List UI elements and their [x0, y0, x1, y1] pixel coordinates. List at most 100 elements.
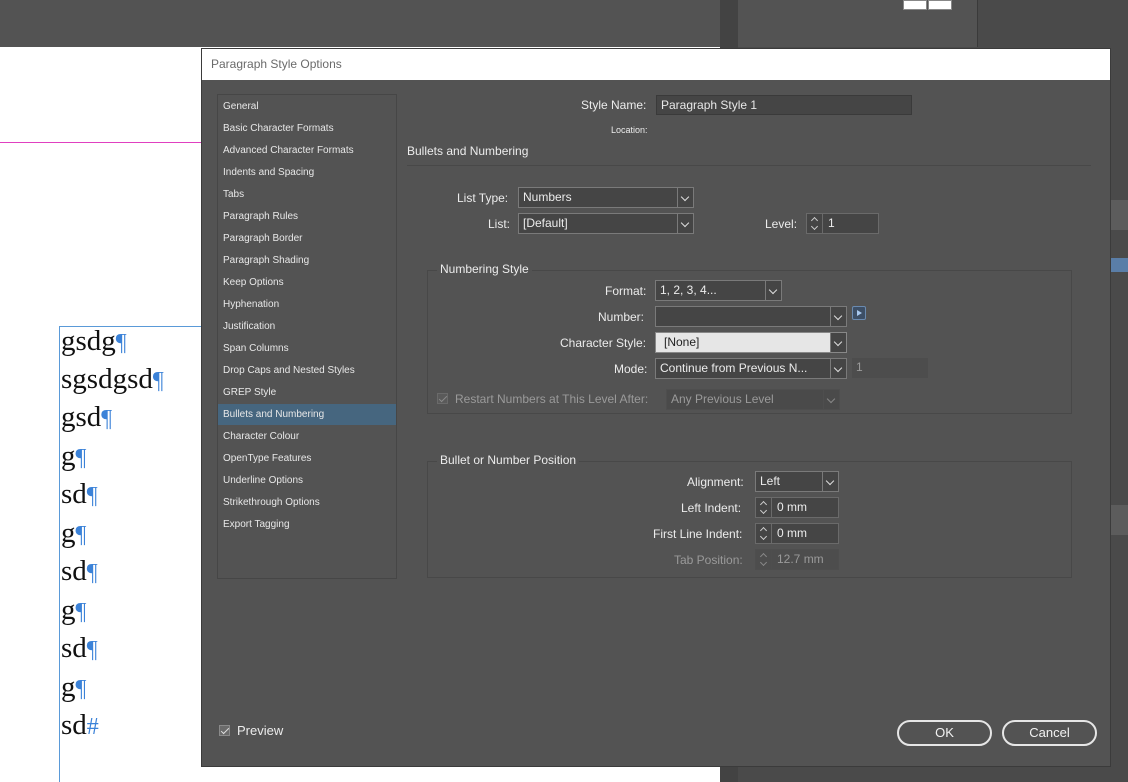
left-indent-value: 0 mm	[777, 500, 807, 514]
category-indents-and-spacing[interactable]: Indents and Spacing	[218, 162, 396, 183]
panel-tab-1[interactable]	[1110, 200, 1128, 230]
character-style-value: [None]	[664, 335, 700, 349]
bullet-position-title: Bullet or Number Position	[437, 453, 580, 467]
tab-position-value: 12.7 mm	[777, 552, 824, 566]
list-dropdown[interactable]: [Default]	[518, 213, 694, 234]
chevron-down-icon	[830, 359, 846, 378]
mode-label: Mode:	[614, 362, 648, 376]
app-toolbar-area	[0, 0, 720, 47]
paragraph-style-options-dialog: Paragraph Style Options General Basic Ch…	[201, 48, 1111, 767]
category-paragraph-rules[interactable]: Paragraph Rules	[218, 206, 396, 227]
doc-text-line: sgsdgsd¶	[61, 363, 164, 395]
category-basic-character-formats[interactable]: Basic Character Formats	[218, 118, 396, 139]
format-label: Format:	[605, 284, 647, 298]
first-line-indent-value: 0 mm	[777, 526, 807, 540]
category-export-tagging[interactable]: Export Tagging	[218, 514, 396, 535]
dialog-title[interactable]: Paragraph Style Options	[202, 49, 1110, 80]
bullet-position-group	[427, 461, 1072, 578]
chevron-down-icon	[830, 307, 846, 326]
panel-tab-2[interactable]	[1110, 258, 1128, 272]
mode-value: Continue from Previous N...	[660, 361, 808, 375]
cancel-button[interactable]: Cancel	[1002, 720, 1097, 746]
doc-text-line: sd¶	[61, 555, 98, 587]
tab-position-label: Tab Position:	[674, 553, 743, 567]
doc-text-line: g¶	[61, 671, 87, 703]
section-divider	[407, 165, 1091, 166]
tab-position-stepper[interactable]: 12.7 mm	[755, 549, 839, 570]
stepper-arrows-icon[interactable]	[756, 550, 772, 569]
number-input[interactable]	[655, 306, 847, 327]
doc-text-line: gsd¶	[61, 401, 113, 433]
left-indent-label: Left Indent:	[681, 501, 742, 515]
restart-level-value: Any Previous Level	[671, 392, 774, 406]
character-style-dropdown[interactable]: [None]	[655, 332, 847, 353]
doc-text-line: sd#	[61, 709, 99, 741]
numbering-style-title: Numbering Style	[437, 262, 532, 276]
category-grep-style[interactable]: GREP Style	[218, 382, 396, 403]
restart-numbers-checkbox[interactable]	[437, 393, 448, 404]
mode-start-at-field[interactable]: 1	[852, 358, 928, 378]
restart-numbers-label: Restart Numbers at This Level After:	[455, 392, 649, 406]
category-bullets-and-numbering[interactable]: Bullets and Numbering	[218, 404, 396, 425]
ok-button[interactable]: OK	[897, 720, 992, 746]
stepper-arrows-icon[interactable]	[756, 498, 772, 517]
category-justification[interactable]: Justification	[218, 316, 396, 337]
alignment-dropdown[interactable]: Left	[755, 471, 839, 492]
level-value: 1	[828, 216, 835, 230]
margin-guide	[0, 142, 205, 143]
alignment-value: Left	[760, 474, 781, 488]
doc-text-line: gsdg¶	[61, 325, 127, 357]
panel-swatch-2	[928, 0, 952, 10]
category-paragraph-shading[interactable]: Paragraph Shading	[218, 250, 396, 271]
category-hyphenation[interactable]: Hyphenation	[218, 294, 396, 315]
category-advanced-character-formats[interactable]: Advanced Character Formats	[218, 140, 396, 161]
chevron-down-icon	[830, 333, 846, 352]
doc-text-line: sd¶	[61, 632, 98, 664]
restart-level-dropdown[interactable]: Any Previous Level	[666, 389, 840, 410]
format-value: 1, 2, 3, 4...	[660, 283, 717, 297]
chevron-down-icon	[677, 188, 693, 207]
doc-text-line: g¶	[61, 517, 87, 549]
level-label: Level:	[765, 217, 798, 231]
list-label: List:	[488, 217, 511, 231]
category-underline-options[interactable]: Underline Options	[218, 470, 396, 491]
section-title: Bullets and Numbering	[407, 144, 529, 158]
stepper-arrows-icon[interactable]	[756, 524, 772, 543]
level-stepper[interactable]: 1	[806, 213, 879, 234]
category-span-columns[interactable]: Span Columns	[218, 338, 396, 359]
category-keep-options[interactable]: Keep Options	[218, 272, 396, 293]
category-character-colour[interactable]: Character Colour	[218, 426, 396, 447]
panel-swatch-1	[903, 0, 927, 10]
category-opentype-features[interactable]: OpenType Features	[218, 448, 396, 469]
first-line-indent-label: First Line Indent:	[653, 527, 743, 541]
format-dropdown[interactable]: 1, 2, 3, 4...	[655, 280, 782, 301]
category-strikethrough-options[interactable]: Strikethrough Options	[218, 492, 396, 513]
category-drop-caps[interactable]: Drop Caps and Nested Styles	[218, 360, 396, 381]
category-tabs[interactable]: Tabs	[218, 184, 396, 205]
list-type-value: Numbers	[523, 190, 572, 204]
left-indent-stepper[interactable]: 0 mm	[755, 497, 839, 518]
category-paragraph-border[interactable]: Paragraph Border	[218, 228, 396, 249]
list-type-dropdown[interactable]: Numbers	[518, 187, 694, 208]
panel-tab-3[interactable]	[1110, 505, 1128, 535]
number-label: Number:	[598, 310, 645, 324]
location-label: Location:	[611, 125, 648, 135]
preview-label: Preview	[237, 723, 284, 738]
category-list: General Basic Character Formats Advanced…	[217, 94, 397, 579]
chevron-down-icon	[823, 390, 839, 409]
category-general[interactable]: General	[218, 96, 396, 117]
list-value: [Default]	[523, 216, 568, 230]
stepper-arrows-icon[interactable]	[807, 214, 823, 233]
style-name-input[interactable]: Paragraph Style 1	[656, 95, 912, 115]
first-line-indent-stepper[interactable]: 0 mm	[755, 523, 839, 544]
insert-special-character-icon[interactable]	[852, 306, 866, 320]
character-style-label: Character Style:	[560, 336, 647, 350]
mode-dropdown[interactable]: Continue from Previous N...	[655, 358, 847, 379]
alignment-label: Alignment:	[687, 475, 744, 489]
list-type-label: List Type:	[457, 191, 509, 205]
preview-checkbox[interactable]	[219, 725, 230, 736]
doc-text-line: g¶	[61, 440, 87, 472]
doc-text-line: sd¶	[61, 478, 98, 510]
chevron-down-icon	[765, 281, 781, 300]
doc-text-line: g¶	[61, 594, 87, 626]
